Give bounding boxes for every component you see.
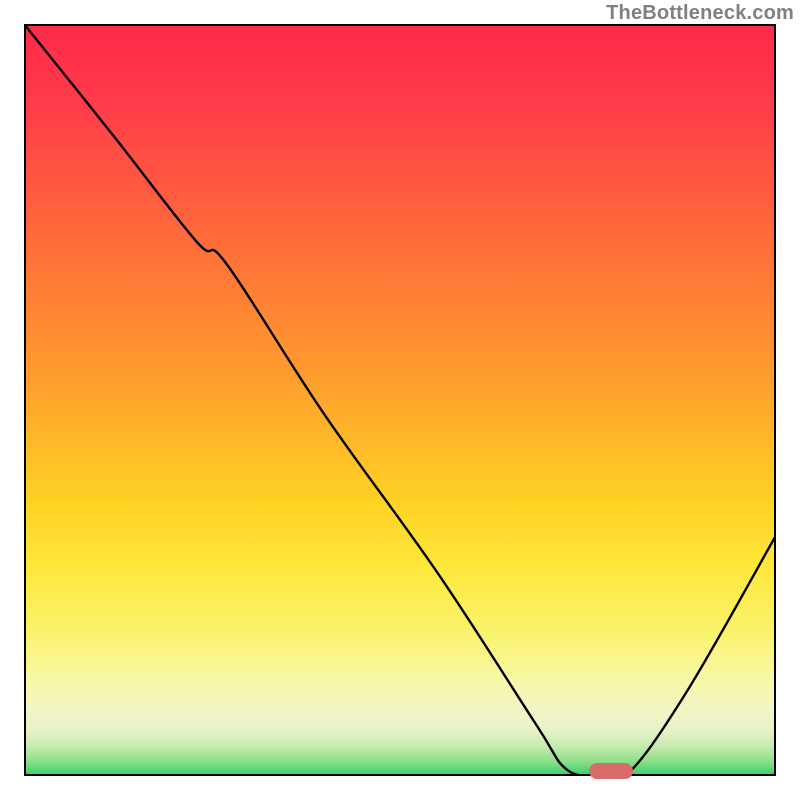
- watermark-text: TheBottleneck.com: [606, 2, 794, 25]
- chart-stage: TheBottleneck.com: [0, 0, 800, 800]
- plot-area: [24, 24, 776, 776]
- sweet-spot-marker: [589, 763, 633, 779]
- bottleneck-curve: [24, 24, 776, 776]
